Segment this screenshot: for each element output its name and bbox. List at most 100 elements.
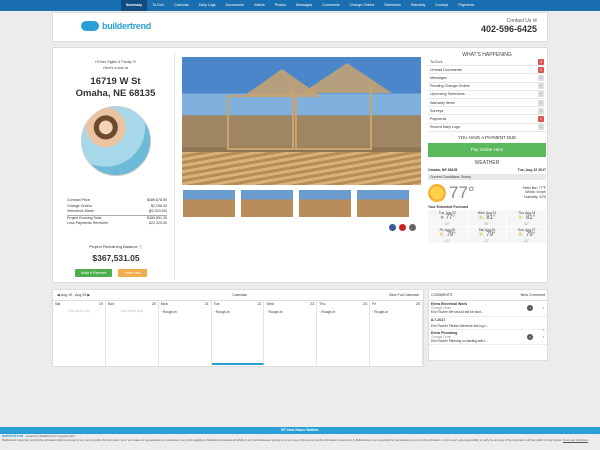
nav-item-daily-logs[interactable]: Daily Logs [194,0,221,11]
current-temp: 77° [449,182,475,202]
nav-item-photos[interactable]: Photos [270,0,291,11]
forecast-high-value: 79° [486,231,496,238]
contact: Contact Us ✉ 402-596-6425 [481,18,537,34]
main-photo[interactable] [182,57,421,185]
balance-label: Project Remaining Balance [89,244,138,249]
forecast-low: 62° [524,221,530,226]
calendar-event[interactable]: · Rough-In [214,310,262,314]
day-number: 22 [257,302,262,306]
make-payment-button[interactable]: Make A Payment [75,269,113,277]
happening-item-label: Unread Documents [430,67,462,72]
count-badge: 0 [538,124,544,131]
photo-thumbnail[interactable] [240,189,294,218]
photo-thumbnail[interactable] [298,189,352,218]
disclaimer: Buildertrend hopes that you find the inf… [2,438,563,442]
calendar-day[interactable]: Mon 21 · Rough-In [159,301,212,365]
chevron-right-icon[interactable]: › [543,305,544,310]
happening-item[interactable]: Surveys 0 [428,107,546,116]
nav-item-comments[interactable]: Comments [317,0,344,11]
nav-item-documents[interactable]: Documents [221,0,249,11]
nav-item-videos[interactable]: Videos [249,0,270,11]
nav-item-warranty[interactable]: Warranty [406,0,430,11]
calendar-day[interactable]: Tue 22 · Rough-In [211,301,265,365]
calendar-event[interactable]: · Rough-In [266,310,314,314]
facebook-icon[interactable] [389,224,396,231]
count-badge: 0 [538,99,544,106]
header: buildertrend Contact Us ✉ 402-596-6425 [52,12,548,42]
whats-happening-panel: WHAT'S HAPPENING To-Do's 3 Unread Document… [428,52,546,243]
pinterest-icon[interactable] [399,224,406,231]
forecast-high: ☀ 77° [428,215,467,222]
happening-item[interactable]: Unread Documents 3 [428,66,546,75]
view-full-calendar-link[interactable]: View Full Calendar [389,293,419,297]
forecast-high-value: 79° [446,231,456,238]
happening-item-label: Payments [430,116,447,121]
nav-item-messages[interactable]: Messages [291,0,317,11]
top-nav: Summary To-Do's Calendar Daily Logs Document… [0,0,600,11]
forecast-low: 63° [444,238,450,243]
happening-item[interactable]: Payments 1 [428,115,546,124]
email-icon[interactable] [409,224,416,231]
calendar-day[interactable]: Wed 23 · Rough-In [264,301,318,365]
photo-thumbnail[interactable] [182,189,236,218]
day-name: Wed [266,302,274,306]
calendar-event[interactable]: · Rough-In [372,310,420,314]
learn-how-button[interactable]: Learn How [118,269,147,277]
terms-link[interactable]: Terms and Conditions [563,439,588,442]
happening-item[interactable]: Messages 0 [428,74,546,83]
info-icon[interactable]: ⓘ [139,244,143,249]
day-name: Mon [160,302,168,306]
nav-item-calendar[interactable]: Calendar [169,0,194,11]
happening-item-label: To-Do's [430,59,443,64]
nav-item-summary[interactable]: Summary [120,0,148,11]
happening-item[interactable]: To-Do's 3 [428,58,546,67]
count-badge: 3 [538,66,544,73]
calendar-day[interactable]: Sun 20 Non-Work Day [106,301,159,365]
remaining-balance: Project Remaining Balance ⓘ $367,531.05 [57,244,175,263]
calendar-event[interactable]: · Rough-In [161,310,209,314]
nav-item-surveys[interactable]: Surveys [430,0,453,11]
forecast-day: Tue, Aug 22 ☀ 77° 56° [428,209,467,226]
calendar-day[interactable]: Fri 25 · Rough-In [370,301,424,365]
prev-week-icon[interactable]: ◀ [57,293,60,297]
count-badge: 1 [538,115,544,122]
happening-item[interactable]: Upcoming Selections 0 [428,91,546,99]
nav-item-payments[interactable]: Payments [453,0,479,11]
forecast-low: 56° [444,221,450,226]
comments-title: COMMENTS [431,293,453,297]
photo-thumbnail[interactable] [356,189,410,218]
comment-item[interactable]: Extra Plumbing Change Order Eric Fischer P… [429,330,547,346]
extended-forecast-label: Your Extended Forecast [428,204,469,209]
calendar-day-header: Fri 25 [372,302,420,306]
comment-item[interactable]: Extra Electrical Work Change Order Eric Fi… [429,301,547,317]
footer: buildertrend powered by Buildertrend © Co… [2,434,589,442]
footer-bar: BT New Home Builder [0,427,600,434]
nav-item-selections[interactable]: Selections [379,0,406,11]
happening-item-label: Surveys [430,108,444,113]
comment-text: Eric Fischer Planning on starting with t… [431,339,488,344]
next-week-icon[interactable]: ▶ [87,293,90,297]
happening-item[interactable]: Recent Daily Logs 0 [428,124,546,132]
current-conditions: Current Conditions: Sunny [428,173,546,180]
happening-item-label: Upcoming Selections [430,92,465,97]
cloud-sun-icon: ⛅ [438,231,447,238]
day-name: Thu [319,302,326,306]
calendar-event[interactable]: · Rough-In [319,310,367,314]
calendar-day[interactable]: Thu 24 · Rough-In [317,301,371,365]
chevron-right-icon[interactable]: › [543,334,544,339]
logo[interactable]: buildertrend [81,21,151,31]
comment-item[interactable]: Eric Fischer Please reference this log f… [429,323,547,331]
happening-item[interactable]: Warranty Items 0 [428,99,546,108]
comments-panel: COMMENTS New Comment Extra Electrical Wo… [428,289,548,361]
calendar-day[interactable]: Sat 19 Non-Work Day [53,301,106,365]
count-badge: 0 [538,107,544,114]
nav-item-to-do-s[interactable]: To-Do's [147,0,169,11]
new-comment-link[interactable]: New Comment [521,293,545,297]
day-number: 25 [416,302,421,306]
happening-item[interactable]: Pending Change Orders 0 [428,83,546,91]
photo-thumbnails [182,189,410,218]
phone-number: 402-596-6425 [480,24,537,34]
pay-online-button[interactable]: Pay Online Here [428,142,546,157]
day-number: 19 [98,302,103,306]
nav-item-change-orders[interactable]: Change Orders [345,0,380,11]
